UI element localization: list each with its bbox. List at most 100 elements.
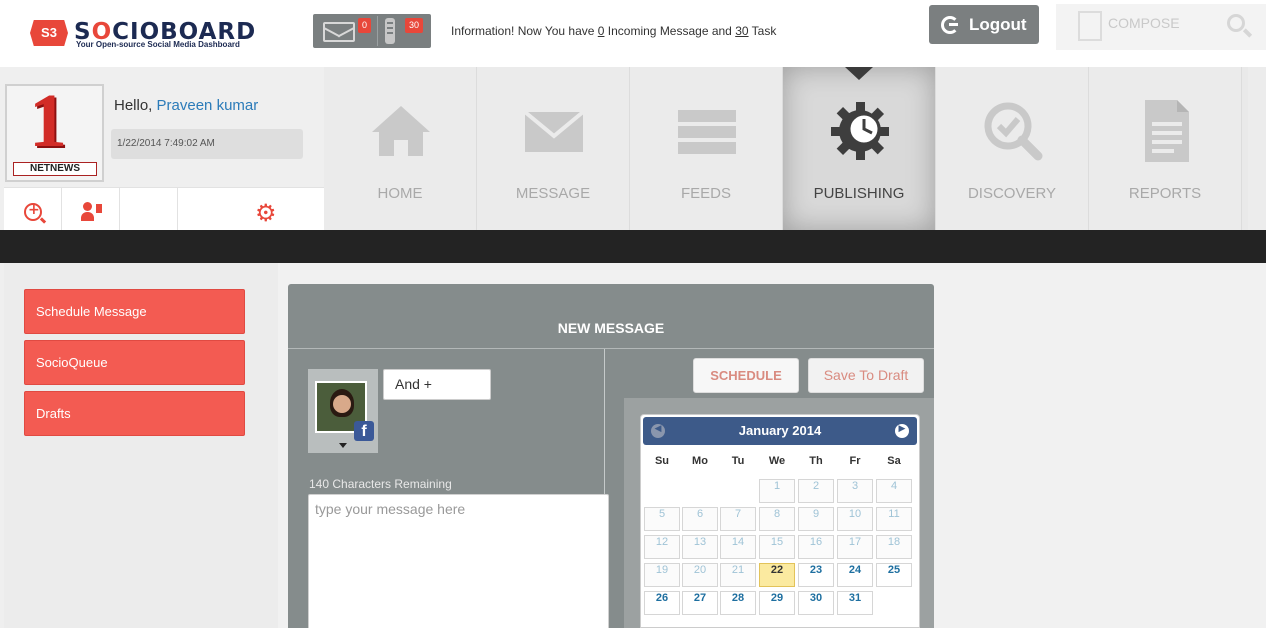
gear-icon: ⚙ bbox=[255, 199, 277, 227]
profile-panel: 1 NETNEWS Hello, Praveen kumar 1/22/2014… bbox=[0, 67, 324, 231]
publishing-sidebar: Schedule Message SocioQueue Drafts bbox=[4, 263, 278, 628]
nav-publishing-label: PUBLISHING bbox=[813, 185, 905, 202]
user-profile-button[interactable] bbox=[62, 188, 120, 231]
add-search-icon bbox=[24, 202, 42, 221]
nav-home-label: HOME bbox=[377, 185, 423, 202]
nav-feeds-label: FEEDS bbox=[680, 185, 731, 202]
add-profile-button[interactable]: And + bbox=[383, 369, 491, 400]
magnifier-check-icon bbox=[984, 102, 1043, 161]
calendar-weekday: Th bbox=[809, 455, 823, 467]
nav-feeds[interactable]: FEEDS bbox=[630, 67, 783, 230]
message-count-badge: 0 bbox=[358, 18, 372, 33]
calendar-day: 13 bbox=[682, 535, 718, 559]
sidebar-item-socioqueue[interactable]: SocioQueue bbox=[24, 340, 245, 385]
active-nav-pointer bbox=[845, 67, 873, 80]
calendar-day: 1 bbox=[759, 479, 795, 503]
sidebar-item-drafts[interactable]: Drafts bbox=[24, 391, 245, 436]
calendar-day[interactable]: 25 bbox=[876, 563, 912, 587]
next-month-icon[interactable]: ▶ bbox=[895, 424, 909, 438]
top-header: S3 SOCIOBOARD Your Open-source Social Me… bbox=[0, 0, 1266, 67]
save-to-draft-button[interactable]: Save To Draft bbox=[808, 358, 924, 393]
calendar-day: 9 bbox=[798, 507, 834, 531]
panel-title: NEW MESSAGE bbox=[557, 320, 665, 336]
compose-icon[interactable] bbox=[1078, 11, 1102, 41]
calendar-day[interactable]: 24 bbox=[837, 563, 873, 587]
user-card-icon bbox=[81, 202, 103, 222]
nav-message-label: MESSAGE bbox=[515, 185, 591, 202]
logo-tagline: Your Open-source Social Media Dashboard bbox=[76, 40, 240, 49]
nav-home[interactable]: HOME bbox=[324, 67, 477, 230]
avatar-logo-caption: NETNEWS bbox=[13, 162, 97, 176]
calendar-day[interactable]: 29 bbox=[759, 591, 795, 615]
calendar-weekday: Tu bbox=[731, 455, 745, 467]
calendar-container: ◀ January 2014 ▶ Su Mo Tu We Th Fr Sa 1 2 3 4 5 6 7 8 9… bbox=[624, 398, 934, 628]
nav-discovery[interactable]: DISCOVERY bbox=[936, 67, 1089, 230]
calendar-day[interactable]: 31 bbox=[837, 591, 873, 615]
logo-badge: S3 bbox=[30, 20, 68, 46]
settings-button[interactable]: ⚙ bbox=[120, 188, 277, 231]
calendar-month-label: January 2014 bbox=[738, 423, 822, 438]
calendar-day: 12 bbox=[644, 535, 680, 559]
profile-selector[interactable]: f bbox=[308, 369, 378, 453]
compose-search-box: COMPOSE bbox=[1056, 4, 1266, 50]
calendar-day: 6 bbox=[682, 507, 718, 531]
calendar-day: 4 bbox=[876, 479, 912, 503]
calendar-day[interactable]: 23 bbox=[798, 563, 834, 587]
calendar-day[interactable]: 30 bbox=[798, 591, 834, 615]
content-area: Schedule Message SocioQueue Drafts NEW M… bbox=[4, 263, 1266, 628]
date-picker: ◀ January 2014 ▶ Su Mo Tu We Th Fr Sa 1 2 3 4 5 6 7 8 9… bbox=[640, 414, 920, 628]
chevron-down-icon bbox=[339, 443, 347, 448]
sidebar-item-schedule-message[interactable]: Schedule Message bbox=[24, 289, 245, 334]
calendar-day: 5 bbox=[644, 507, 680, 531]
socioboard-logo[interactable]: S3 SOCIOBOARD Your Open-source Social Me… bbox=[30, 18, 280, 50]
calendar-weekday: We bbox=[768, 455, 786, 467]
calendar-day: 15 bbox=[759, 535, 795, 559]
main-nav: HOME MESSAGE FEEDS PUBLISHING DISCOVERY … bbox=[324, 67, 1266, 230]
logout-button[interactable]: Logout bbox=[929, 5, 1039, 44]
info-task-count[interactable]: 30 bbox=[735, 24, 748, 38]
nav-publishing[interactable]: PUBLISHING bbox=[783, 67, 936, 230]
calendar-day: 17 bbox=[837, 535, 873, 559]
list-icon bbox=[678, 110, 736, 154]
calendar-day: 19 bbox=[644, 563, 680, 587]
task-count-badge: 30 bbox=[405, 18, 424, 33]
logout-label: Logout bbox=[969, 15, 1027, 34]
envelope-icon[interactable] bbox=[323, 22, 355, 42]
calendar-day[interactable]: 28 bbox=[720, 591, 756, 615]
username-link[interactable]: Praveen kumar bbox=[157, 97, 259, 114]
search-icon[interactable] bbox=[1227, 14, 1245, 32]
add-search-button[interactable] bbox=[4, 188, 62, 231]
calendar-day: 21 bbox=[720, 563, 756, 587]
compose-button[interactable]: COMPOSE bbox=[1108, 15, 1180, 31]
info-suffix: Task bbox=[748, 24, 777, 38]
calendar-day: 11 bbox=[876, 507, 912, 531]
calendar-day: 18 bbox=[876, 535, 912, 559]
gear-clock-icon bbox=[831, 102, 889, 160]
calendar-header: ◀ January 2014 ▶ bbox=[643, 417, 917, 445]
calendar-day: 16 bbox=[798, 535, 834, 559]
facebook-icon: f bbox=[354, 421, 374, 441]
calendar-day[interactable]: 26 bbox=[644, 591, 680, 615]
calendar-weekday: Mo bbox=[692, 455, 708, 467]
panel-divider bbox=[288, 348, 934, 349]
calendar-day: 2 bbox=[798, 479, 834, 503]
nav-message[interactable]: MESSAGE bbox=[477, 67, 630, 230]
calendar-day[interactable]: 27 bbox=[682, 591, 718, 615]
greeting-text: Hello, bbox=[114, 97, 157, 114]
profile-actions: ⚙ bbox=[4, 187, 324, 231]
nav-reports[interactable]: REPORTS bbox=[1089, 67, 1242, 230]
calendar-day-today[interactable]: 22 bbox=[759, 563, 795, 587]
schedule-button[interactable]: SCHEDULE bbox=[693, 358, 799, 393]
prev-month-icon[interactable]: ◀ bbox=[651, 424, 665, 438]
calendar-day: 3 bbox=[837, 479, 873, 503]
nav-filler bbox=[1248, 67, 1266, 230]
nav-discovery-label: DISCOVERY bbox=[967, 185, 1057, 202]
calendar-weekday: Fr bbox=[849, 455, 861, 467]
message-input[interactable] bbox=[308, 494, 609, 628]
envelope-icon bbox=[523, 110, 585, 152]
task-remote-icon[interactable] bbox=[385, 18, 395, 44]
logout-icon bbox=[941, 16, 959, 34]
avatar[interactable]: 1 NETNEWS bbox=[5, 84, 104, 182]
greeting: Hello, Praveen kumar bbox=[114, 97, 258, 114]
new-message-panel: NEW MESSAGE f And + 140 Characters Remai… bbox=[288, 284, 934, 628]
